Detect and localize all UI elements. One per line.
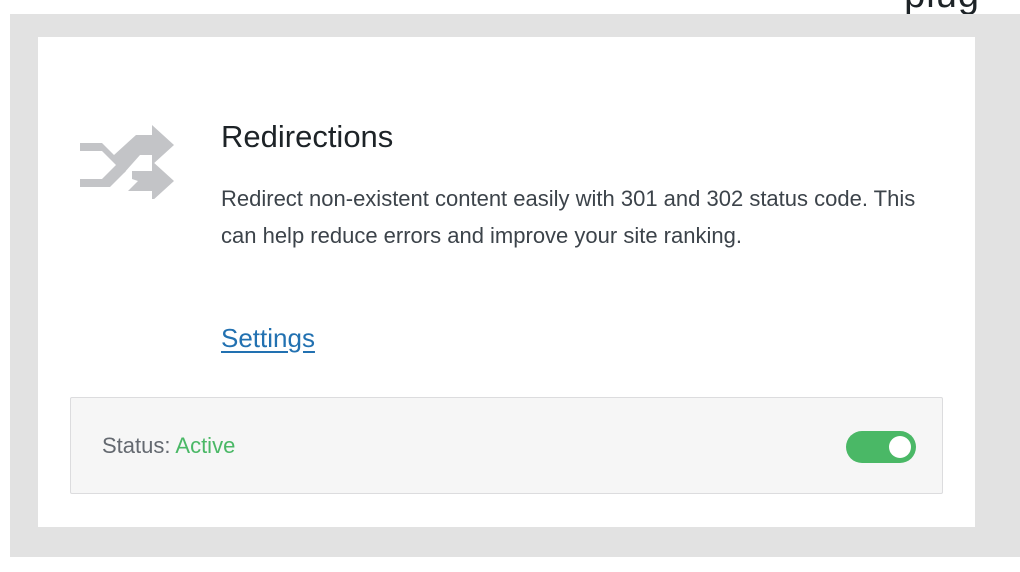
shuffle-arrows-icon — [80, 121, 176, 201]
status-value: Active — [175, 433, 236, 458]
module-description: Redirect non-existent content easily wit… — [221, 186, 916, 248]
cutoff-page-heading: plug — [904, 0, 980, 14]
module-card: Redirections Redirect non-existent conte… — [38, 37, 975, 527]
module-toggle[interactable] — [846, 431, 916, 463]
status-text: Status: Active — [102, 433, 235, 459]
status-bar: Status: Active — [70, 397, 943, 494]
module-frame: Redirections Redirect non-existent conte… — [10, 14, 1020, 557]
status-label: Status: — [102, 433, 176, 458]
module-title: Redirections — [221, 119, 394, 154]
top-strip: plug — [0, 0, 1020, 14]
settings-link[interactable]: Settings — [221, 323, 315, 354]
toggle-knob[interactable] — [889, 436, 911, 458]
